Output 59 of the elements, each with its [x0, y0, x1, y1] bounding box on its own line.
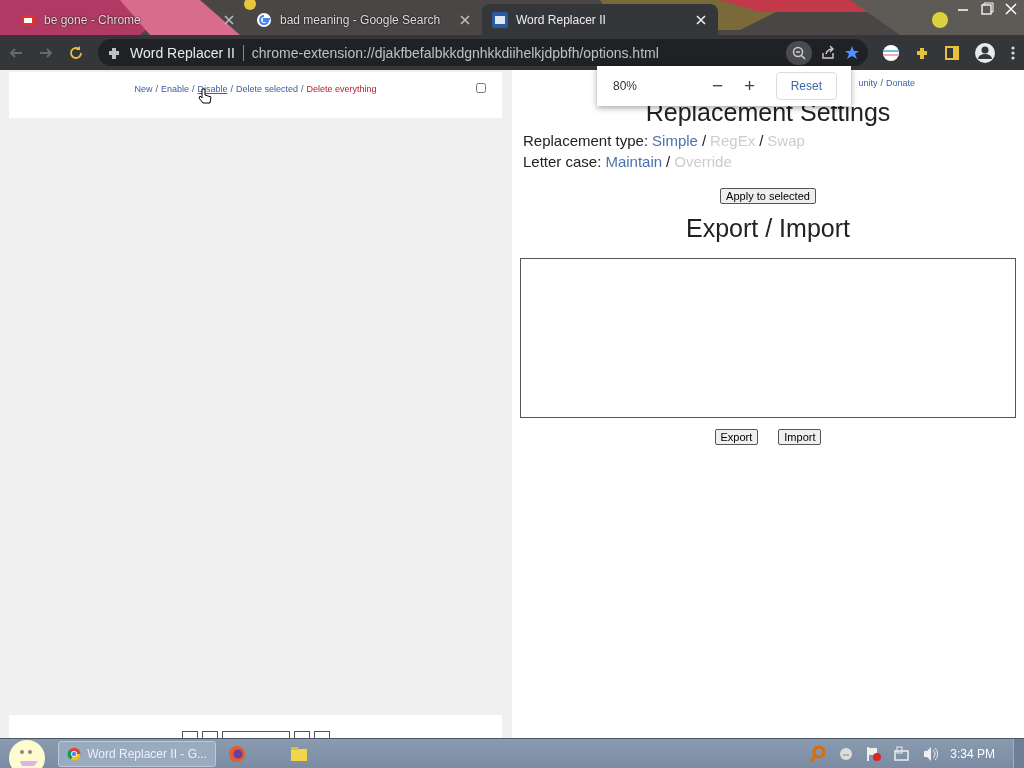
profile-avatar-icon[interactable] [974, 41, 996, 64]
section-heading: Export / Import [685, 214, 851, 242]
close-icon[interactable] [222, 12, 236, 27]
separator-text: / [155, 84, 158, 94]
menu-icon[interactable] [1010, 44, 1016, 61]
address-bar[interactable]: Word Replacer II chrome-extension://djakfbefalbkkdgnhkkdiihelkjdpbfh/options.html [98, 39, 868, 66]
extension-logo-icon [492, 11, 508, 28]
restore-icon[interactable] [980, 2, 994, 16]
close-icon[interactable] [1004, 2, 1018, 16]
side-panel-icon[interactable] [944, 44, 960, 61]
clock-text: 3:34 PM [950, 746, 995, 761]
zoom-out-icon [792, 45, 806, 60]
action-link[interactable]: Delete selected [236, 84, 299, 94]
separator-text: / [759, 131, 764, 151]
separator-text: / [880, 78, 883, 90]
start-orb-icon[interactable] [8, 738, 46, 768]
setting-label: Replacement type: [523, 131, 649, 151]
option-link[interactable]: Maintain [605, 151, 663, 172]
site-label: Word Replacer II [130, 44, 235, 61]
header-link[interactable]: unity [858, 78, 878, 92]
star-icon[interactable] [844, 44, 860, 61]
separator-text: / [230, 84, 233, 94]
chrome-icon [67, 745, 82, 762]
browser-tab[interactable]: Word Replacer II [482, 4, 718, 35]
network-icon[interactable] [893, 745, 911, 762]
reload-icon[interactable] [68, 44, 84, 61]
separator-text: / [191, 84, 195, 94]
separator-text: / [301, 84, 304, 94]
zoom-level-text: 80% [613, 79, 639, 93]
share-icon[interactable] [820, 44, 836, 61]
tab-title: bad meaning - Google Search [280, 12, 442, 27]
google-icon [256, 11, 272, 28]
browser-tab[interactable]: bad meaning - Google Search [246, 4, 482, 35]
header-link[interactable]: Donate [885, 78, 915, 92]
action-link[interactable]: New [134, 84, 153, 94]
close-icon[interactable] [458, 12, 472, 27]
flag-icon[interactable] [882, 43, 900, 62]
action-link[interactable]: Delete everything [306, 84, 377, 94]
separator-text: / [701, 131, 707, 151]
browser-tab[interactable]: be gone - Chrome [10, 4, 246, 35]
select-all-checkbox[interactable] [476, 83, 486, 93]
apply-button[interactable]: Apply to selected [720, 188, 816, 204]
firefox-icon[interactable] [228, 744, 246, 763]
action-link[interactable]: Enable [160, 84, 189, 94]
show-desktop-button[interactable] [1013, 738, 1024, 768]
action-button[interactable]: Import [778, 429, 822, 445]
zoom-out-button[interactable]: − [701, 75, 734, 97]
zoom-in-button[interactable]: + [733, 75, 766, 97]
tab-title: Word Replacer II [516, 12, 607, 27]
zoom-button[interactable] [786, 40, 812, 65]
separator-text: / [666, 152, 671, 172]
close-icon[interactable] [694, 12, 708, 27]
url-text: chrome-extension://djakfbefalbkkdgnhkkdiihelkjdpbfh/options.html [251, 44, 660, 61]
setting-label: Letter case: [523, 152, 602, 172]
action-link[interactable]: Disable [197, 84, 228, 94]
reset-button[interactable]: Reset [775, 72, 837, 100]
action-button[interactable]: Export [714, 429, 759, 445]
option-link[interactable]: Simple [652, 130, 698, 151]
tab-title: be gone - Chrome [44, 12, 142, 27]
